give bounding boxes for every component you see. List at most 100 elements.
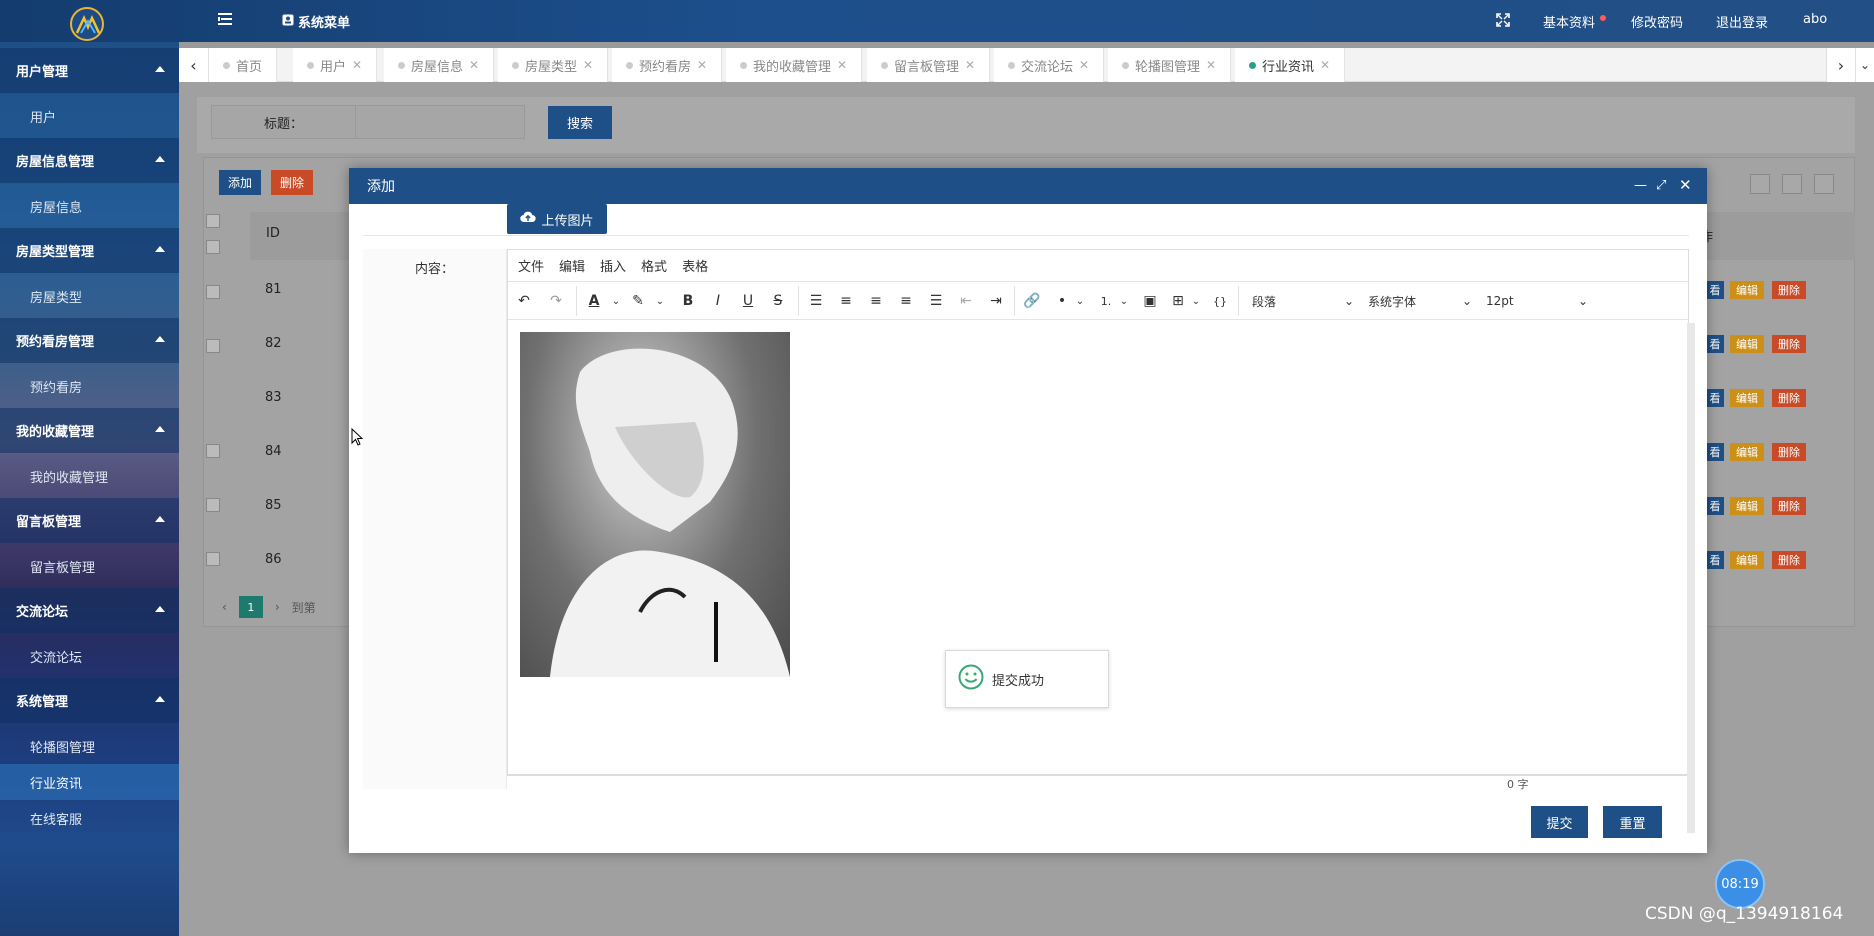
bold-icon[interactable]: B <box>678 291 698 311</box>
next-page-icon[interactable]: › <box>275 600 280 614</box>
row-delete-button[interactable]: 删除 <box>1772 443 1806 461</box>
close-icon[interactable]: ✕ <box>1079 58 1089 72</box>
sidebar-item-industry-news[interactable]: 行业资讯 <box>0 764 179 800</box>
reset-button[interactable]: 重置 <box>1603 806 1662 838</box>
align-left-icon[interactable]: ≡ <box>836 291 856 311</box>
outdent-icon[interactable]: ⇤ <box>956 291 976 311</box>
italic-icon[interactable]: I <box>708 291 728 311</box>
edit-button[interactable]: 编辑 <box>1730 551 1764 569</box>
close-icon[interactable]: ✕ <box>352 58 362 72</box>
tab-home[interactable]: 首页 <box>209 48 278 82</box>
indent-icon[interactable]: ⇥ <box>986 291 1006 311</box>
search-button[interactable]: 搜索 <box>548 106 612 139</box>
undo-icon[interactable]: ↶ <box>514 291 534 311</box>
highlight-color-icon[interactable]: ✎ <box>628 291 648 311</box>
logout-link[interactable]: 退出登录 <box>1716 12 1768 31</box>
maximize-icon[interactable]: ⤢ <box>1656 178 1666 193</box>
font-family-select[interactable]: 系统字体 ⌄ <box>1368 291 1472 311</box>
row-checkbox[interactable] <box>206 339 220 353</box>
tab-forum[interactable]: 交流论坛 ✕ <box>994 48 1105 82</box>
menu-table[interactable]: 表格 <box>682 256 708 275</box>
menu-toggle-icon[interactable] <box>218 13 232 27</box>
close-icon[interactable]: ✕ <box>965 58 975 72</box>
editor-content-area[interactable]: 提交成功 <box>508 320 1688 768</box>
align-center-icon[interactable]: ≡ <box>866 291 886 311</box>
delete-button[interactable]: 删除 <box>271 170 313 195</box>
tab-scroll-left-icon[interactable]: ‹ <box>179 48 209 82</box>
edit-button[interactable]: 编辑 <box>1730 497 1764 515</box>
paragraph-select[interactable]: 段落 ⌄ <box>1252 291 1354 311</box>
edit-button[interactable]: 编辑 <box>1730 389 1764 407</box>
row-checkbox[interactable] <box>206 285 220 299</box>
row-delete-button[interactable]: 删除 <box>1772 497 1806 515</box>
tab-house-info[interactable]: 房屋信息 ✕ <box>384 48 495 82</box>
tab-favorites[interactable]: 我的收藏管理 ✕ <box>726 48 863 82</box>
row-delete-button[interactable]: 删除 <box>1772 389 1806 407</box>
select-all-checkbox[interactable] <box>206 214 220 228</box>
row-delete-button[interactable]: 删除 <box>1772 335 1806 353</box>
tab-scroll-right-icon[interactable]: › <box>1826 48 1856 82</box>
submit-button[interactable]: 提交 <box>1531 806 1588 838</box>
edit-button[interactable]: 编辑 <box>1730 443 1764 461</box>
sidebar-group-viewing[interactable]: 预约看房管理 <box>0 318 179 363</box>
view-button[interactable]: 看 <box>1706 335 1724 353</box>
tab-messages[interactable]: 留言板管理 ✕ <box>867 48 991 82</box>
columns-icon[interactable] <box>1750 174 1770 194</box>
view-button[interactable]: 看 <box>1706 281 1724 299</box>
fullscreen-icon[interactable] <box>1496 13 1510 31</box>
chevron-down-icon[interactable]: ⌄ <box>1186 291 1206 311</box>
sidebar-item-house-type[interactable]: 房屋类型 <box>0 274 179 319</box>
chevron-down-icon[interactable]: ⌄ <box>1114 291 1134 311</box>
code-sample-icon[interactable]: {} <box>1210 291 1230 311</box>
sidebar-item-messages[interactable]: 留言板管理 <box>0 544 179 589</box>
close-icon[interactable]: ✕ <box>1206 58 1216 72</box>
edit-button[interactable]: 编辑 <box>1730 335 1764 353</box>
strikethrough-icon[interactable]: S <box>768 291 788 311</box>
menu-insert[interactable]: 插入 <box>600 256 626 275</box>
link-icon[interactable]: 🔗 <box>1022 291 1042 311</box>
change-password-link[interactable]: 修改密码 <box>1631 12 1683 31</box>
app-logo[interactable] <box>70 7 104 41</box>
close-icon[interactable]: ✕ <box>837 58 847 72</box>
numbered-list-icon[interactable]: 1. <box>1096 291 1116 311</box>
row-checkbox[interactable] <box>206 240 220 254</box>
row-checkbox[interactable] <box>206 552 220 566</box>
redo-icon[interactable]: ↷ <box>546 291 566 311</box>
align-right-icon[interactable]: ≡ <box>896 291 916 311</box>
tab-users[interactable]: 用户 ✕ <box>293 48 378 82</box>
line-height-icon[interactable]: ☰ <box>806 291 826 311</box>
chevron-down-icon[interactable]: ⌄ <box>650 291 670 311</box>
add-button[interactable]: 添加 <box>219 170 261 195</box>
dialog-scrollbar[interactable] <box>1687 323 1695 833</box>
row-checkbox[interactable] <box>206 444 220 458</box>
print-icon[interactable] <box>1814 174 1834 194</box>
bullet-list-icon[interactable]: • <box>1052 291 1072 311</box>
sidebar-item-carousel[interactable]: 轮播图管理 <box>0 724 179 769</box>
page-number[interactable]: 1 <box>238 596 263 618</box>
sidebar-group-users[interactable]: 用户管理 <box>0 48 179 93</box>
view-button[interactable]: 看 <box>1706 443 1724 461</box>
edit-button[interactable]: 编辑 <box>1730 281 1764 299</box>
close-icon[interactable]: ✕ <box>1679 176 1692 194</box>
title-search-input[interactable] <box>355 105 525 139</box>
tab-carousel[interactable]: 轮播图管理 ✕ <box>1108 48 1232 82</box>
username[interactable]: abo <box>1803 12 1827 27</box>
export-icon[interactable] <box>1782 174 1802 194</box>
menu-edit[interactable]: 编辑 <box>559 256 585 275</box>
row-checkbox[interactable] <box>206 498 220 512</box>
image-icon[interactable]: ▣ <box>1140 291 1160 311</box>
sidebar-group-favorites[interactable]: 我的收藏管理 <box>0 408 179 453</box>
underline-icon[interactable]: U <box>738 291 758 311</box>
sidebar-item-online-service[interactable]: 在线客服 <box>0 796 179 841</box>
view-button[interactable]: 看 <box>1706 551 1724 569</box>
sidebar-group-system[interactable]: 系统管理 <box>0 678 179 723</box>
tab-dropdown-icon[interactable]: ⌄ <box>1856 48 1874 82</box>
sidebar-group-house-type[interactable]: 房屋类型管理 <box>0 228 179 273</box>
sidebar-item-house-info[interactable]: 房屋信息 <box>0 184 179 229</box>
view-button[interactable]: 看 <box>1706 389 1724 407</box>
column-id[interactable]: ID <box>266 226 280 241</box>
sidebar-item-forum[interactable]: 交流论坛 <box>0 634 179 679</box>
sidebar-item-favorites[interactable]: 我的收藏管理 <box>0 454 179 499</box>
menu-file[interactable]: 文件 <box>518 256 544 275</box>
text-color-icon[interactable]: A <box>584 291 604 311</box>
